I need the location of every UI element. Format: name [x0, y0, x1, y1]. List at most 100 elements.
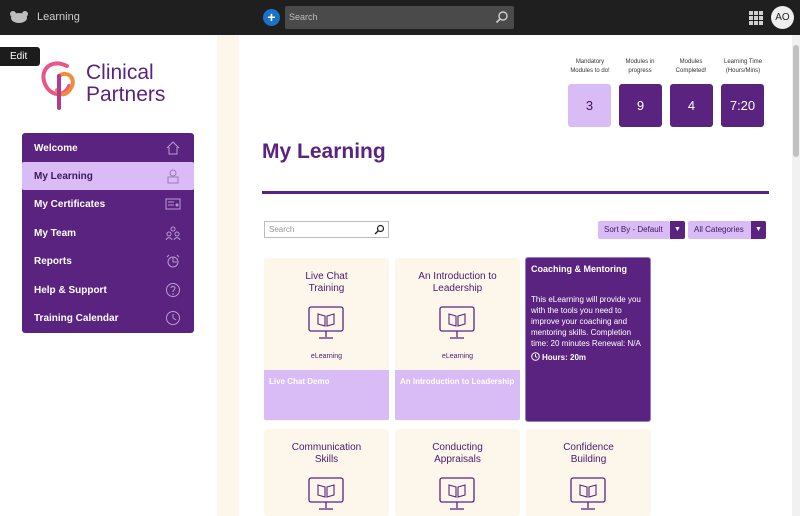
sidebar-item-label: My Team	[34, 228, 77, 239]
global-search-input[interactable]: Search	[285, 6, 514, 29]
stat-label: Modules in progress	[616, 58, 664, 76]
brand-name-line2: Partners	[86, 83, 166, 106]
page-title: My Learning	[262, 140, 386, 163]
stat-label-line2: Modules to do!	[570, 68, 610, 74]
course-card-type: eLearning	[441, 353, 474, 360]
top-bar: Learning + Search AO	[0, 0, 800, 35]
course-card-title-line2: Skills	[314, 454, 339, 465]
course-card-title: An Introduction to Leadership	[403, 271, 512, 295]
course-card-title: Conducting Appraisals	[403, 442, 512, 466]
course-card-title-line2: Training	[308, 283, 345, 294]
course-card-title: Communication Skills	[272, 442, 381, 466]
course-card-title-line1: An Introduction to	[418, 271, 497, 282]
stat-label-line2: Completed!	[675, 68, 707, 74]
scrollbar-thumb[interactable]	[793, 45, 799, 157]
sidebar-item-reports[interactable]: Reports	[22, 247, 194, 275]
stat-label-line1: Modules in	[625, 59, 655, 65]
elearning-monitor-icon	[439, 477, 475, 510]
course-card-footer-text: Live Chat Demo	[269, 377, 330, 386]
course-card[interactable]: Conducting Appraisals	[395, 429, 520, 516]
stat-label-line1: Modules	[679, 59, 703, 65]
course-card-title-line2: Leadership	[432, 283, 483, 294]
elearning-monitor-icon	[308, 306, 344, 339]
sidebar-item-my-certificates[interactable]: My Certificates	[22, 190, 194, 218]
left-divider-strip	[217, 35, 239, 516]
sidebar-item-label: Welcome	[34, 143, 78, 154]
search-icon[interactable]	[495, 10, 509, 24]
title-divider	[262, 191, 769, 194]
team-icon	[165, 226, 181, 241]
apps-grid-icon[interactable]	[749, 11, 763, 25]
sidebar-item-my-team[interactable]: My Team	[22, 219, 194, 247]
stat-label-line1: Mandatory	[575, 59, 605, 65]
app-title[interactable]: Learning	[37, 11, 80, 23]
sort-dropdown[interactable]: Sort By - Default	[598, 221, 670, 239]
course-card-expanded[interactable]: Coaching & Mentoring This eLearning will…	[525, 257, 651, 422]
course-card-title-line2: Appraisals	[434, 454, 481, 465]
learning-search-placeholder: Search	[269, 225, 295, 234]
stat-label: Modules Completed!	[667, 58, 715, 76]
stat-value[interactable]: 7:20	[721, 84, 764, 127]
course-card-title-line1: Live Chat	[305, 271, 348, 282]
elearning-monitor-icon	[570, 477, 606, 510]
course-card-title-line1: Conducting	[432, 442, 483, 453]
course-card[interactable]: Live Chat Training eLearning Live Chat D…	[264, 258, 389, 421]
app-logo-icon[interactable]	[9, 9, 29, 25]
sidebar-item-label: My Certificates	[34, 199, 106, 210]
sidebar-item-training-calendar[interactable]: Training Calendar	[22, 304, 194, 332]
edit-button[interactable]: Edit	[0, 47, 40, 66]
page-scrollbar[interactable]	[792, 35, 800, 516]
sidebar-item-label: Help & Support	[34, 285, 107, 296]
course-card-title-line1: Confidence	[563, 442, 614, 453]
clinical-partners-logo-icon	[41, 61, 75, 110]
course-card-title: Live Chat Training	[272, 271, 381, 295]
clock-icon	[531, 352, 540, 361]
stat-label-line2: progress	[628, 68, 652, 74]
sidebar-item-label: Reports	[34, 256, 72, 267]
sidebar-item-welcome[interactable]: Welcome	[22, 134, 194, 162]
sidebar-item-help-support[interactable]: Help & Support	[22, 276, 194, 304]
stat-value[interactable]: 4	[670, 84, 713, 127]
course-card-description: This eLearning will provide you with the…	[531, 295, 641, 348]
course-card-title: Coaching & Mentoring	[531, 264, 627, 274]
chevron-down-icon[interactable]: ▼	[751, 221, 766, 239]
learner-icon	[167, 169, 179, 184]
stat-value[interactable]: 3	[568, 84, 611, 127]
elearning-monitor-icon	[308, 477, 344, 510]
certificate-icon	[165, 198, 181, 210]
home-icon	[166, 141, 180, 155]
chevron-down-icon[interactable]: ▼	[670, 221, 685, 239]
elearning-monitor-icon	[439, 306, 475, 339]
learning-search-input[interactable]: Search	[264, 221, 389, 238]
course-card[interactable]: Confidence Building	[526, 429, 651, 516]
avatar[interactable]: AO	[771, 6, 794, 29]
course-card-hours: Hours: 20m	[531, 352, 586, 362]
sidebar-item-label: Training Calendar	[34, 313, 119, 324]
course-card-footer-text: An Introduction to Leadership	[400, 377, 515, 386]
stat-label: Mandatory Modules to do!	[566, 58, 614, 76]
category-dropdown[interactable]: All Categories	[688, 221, 752, 239]
course-card-title-line1: Communication	[291, 442, 362, 453]
stat-value[interactable]: 9	[619, 84, 662, 127]
add-button[interactable]: +	[263, 9, 280, 26]
stat-label-line1: Learning Time	[723, 59, 763, 65]
stat-label-line2: (Hours/Mins)	[725, 68, 761, 74]
course-card-type: eLearning	[310, 353, 343, 360]
search-icon[interactable]	[374, 224, 385, 235]
course-card-title-line2: Building	[570, 454, 607, 465]
stat-label: Learning Time (Hours/Mins)	[719, 58, 767, 76]
brand-name-line1: Clinical	[86, 61, 154, 84]
sidebar-nav: Welcome My Learning My Certificates My T…	[22, 133, 194, 333]
global-search-placeholder: Search	[289, 12, 318, 22]
course-card-title: Confidence Building	[534, 442, 643, 466]
reports-icon	[166, 254, 180, 268]
course-card[interactable]: Communication Skills	[264, 429, 389, 516]
sidebar-item-label: My Learning	[34, 171, 93, 182]
course-card-hours-text: Hours: 20m	[542, 353, 587, 362]
help-icon	[166, 283, 180, 297]
course-card-footer: An Introduction to Leadership	[395, 370, 520, 420]
sidebar-item-my-learning[interactable]: My Learning	[22, 162, 194, 190]
brand-name: Clinical Partners	[86, 62, 165, 106]
course-card[interactable]: An Introduction to Leadership eLearning …	[395, 258, 520, 421]
course-card-footer: Live Chat Demo	[264, 370, 389, 420]
